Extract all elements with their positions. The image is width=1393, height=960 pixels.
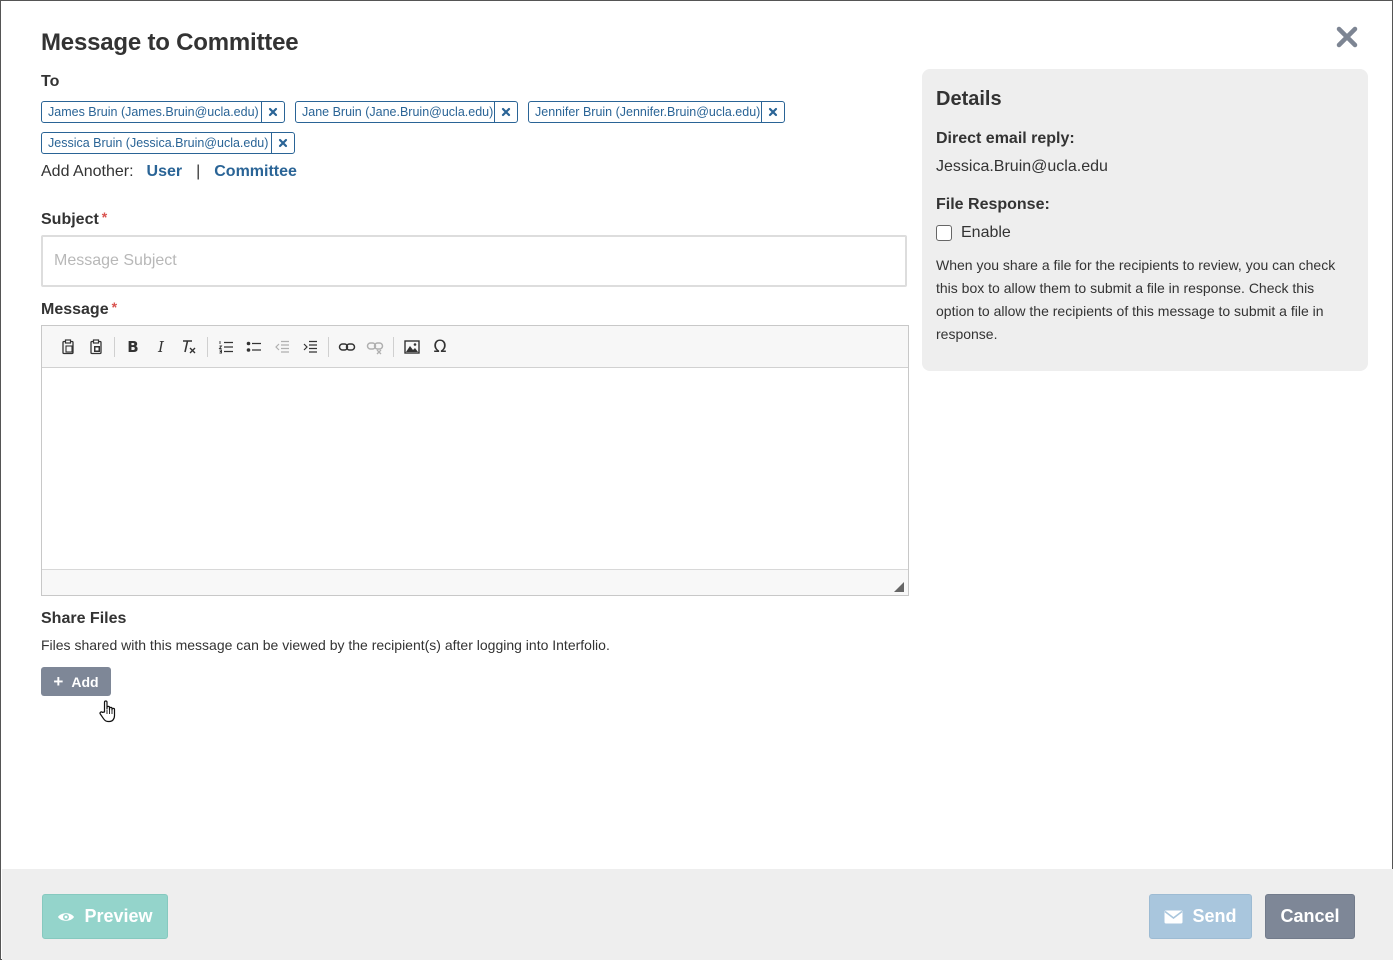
image-icon[interactable] (398, 333, 426, 361)
add-file-label: Add (71, 673, 99, 690)
preview-button[interactable]: Preview (42, 894, 168, 939)
details-title: Details (936, 88, 1002, 110)
direct-reply-value: Jessica.Bruin@ucla.edu (936, 158, 1108, 175)
message-body-input[interactable] (42, 368, 908, 569)
editor-toolbar: B I Ω (42, 326, 908, 368)
editor-status-bar (42, 569, 908, 595)
subject-input[interactable] (41, 235, 907, 287)
file-response-label: File Response: (936, 196, 1050, 213)
recipient-chip: Jessica Bruin (Jessica.Bruin@ucla.edu) (41, 132, 295, 154)
hand-cursor-icon (98, 699, 120, 725)
add-another-label: Add Another: (41, 163, 134, 180)
link-separator: | (196, 163, 201, 180)
plus-icon: + (53, 672, 64, 691)
add-file-button[interactable]: + Add (41, 667, 111, 696)
subject-label: Subject * (41, 209, 108, 229)
remove-recipient-icon[interactable] (495, 102, 517, 122)
add-another-row: Add Another: User | Committee (41, 163, 297, 181)
increase-indent-icon[interactable] (296, 333, 324, 361)
subject-label-text: Subject (41, 211, 99, 228)
resize-handle-icon[interactable] (893, 580, 905, 592)
toolbar-separator (114, 336, 115, 357)
close-icon[interactable] (1333, 23, 1361, 51)
numbered-list-icon[interactable] (212, 333, 240, 361)
send-button[interactable]: Send (1149, 894, 1252, 939)
send-label: Send (1192, 906, 1237, 926)
recipient-chip-text: Jessica Bruin (Jessica.Bruin@ucla.edu) (42, 133, 272, 153)
file-response-help-text: When you share a file for the recipients… (936, 257, 1336, 342)
recipient-chip: Jane Bruin (Jane.Bruin@ucla.edu) (295, 101, 518, 123)
recipient-chip-text: Jane Bruin (Jane.Bruin@ucla.edu) (296, 102, 495, 122)
remove-recipient-icon[interactable] (272, 133, 294, 153)
message-dialog: Message to Committee To James Bruin (Jam… (0, 0, 1393, 960)
toolbar-separator (207, 336, 208, 357)
toolbar-separator (393, 336, 394, 357)
recipient-chip-text: James Bruin (James.Bruin@ucla.edu) (42, 102, 262, 122)
to-label: To (41, 73, 60, 90)
remove-recipient-icon[interactable] (262, 102, 284, 122)
share-files-description: Files shared with this message can be vi… (41, 637, 610, 653)
message-label: Message * (41, 299, 118, 319)
recipient-chip: James Bruin (James.Bruin@ucla.edu) (41, 101, 285, 123)
enable-file-response[interactable]: Enable (936, 224, 1011, 242)
remove-recipient-icon[interactable] (762, 102, 784, 122)
eye-icon (57, 911, 75, 923)
add-committee-link[interactable]: Committee (214, 163, 297, 181)
decrease-indent-icon[interactable] (268, 333, 296, 361)
italic-icon[interactable]: I (147, 333, 175, 361)
required-marker: * (111, 299, 118, 315)
cancel-label: Cancel (1280, 906, 1340, 926)
paste-icon[interactable] (54, 333, 82, 361)
dialog-title: Message to Committee (41, 29, 299, 56)
enable-checkbox[interactable] (936, 225, 952, 241)
preview-label: Preview (84, 906, 153, 926)
link-icon[interactable] (333, 333, 361, 361)
remove-format-icon[interactable] (175, 333, 203, 361)
details-panel: Details Direct email reply: Jessica.Brui… (922, 69, 1368, 371)
recipient-chip: Jennifer Bruin (Jennifer.Bruin@ucla.edu) (528, 101, 785, 123)
bold-icon[interactable]: B (119, 333, 147, 361)
message-label-text: Message (41, 301, 109, 318)
direct-reply-label: Direct email reply: (936, 130, 1075, 147)
dialog-footer: Preview Send Cancel (2, 869, 1393, 960)
paste-from-word-icon[interactable] (82, 333, 110, 361)
required-marker: * (101, 209, 108, 225)
message-editor: B I Ω (41, 325, 909, 596)
recipient-chip-text: Jennifer Bruin (Jennifer.Bruin@ucla.edu) (529, 102, 762, 122)
share-files-title: Share Files (41, 610, 127, 627)
unlink-icon[interactable] (361, 333, 389, 361)
special-character-icon[interactable]: Ω (426, 333, 454, 361)
cancel-button[interactable]: Cancel (1265, 894, 1355, 939)
bulleted-list-icon[interactable] (240, 333, 268, 361)
add-user-link[interactable]: User (147, 163, 183, 181)
envelope-icon (1164, 910, 1183, 924)
enable-checkbox-label[interactable]: Enable (961, 224, 1011, 242)
toolbar-separator (328, 336, 329, 357)
